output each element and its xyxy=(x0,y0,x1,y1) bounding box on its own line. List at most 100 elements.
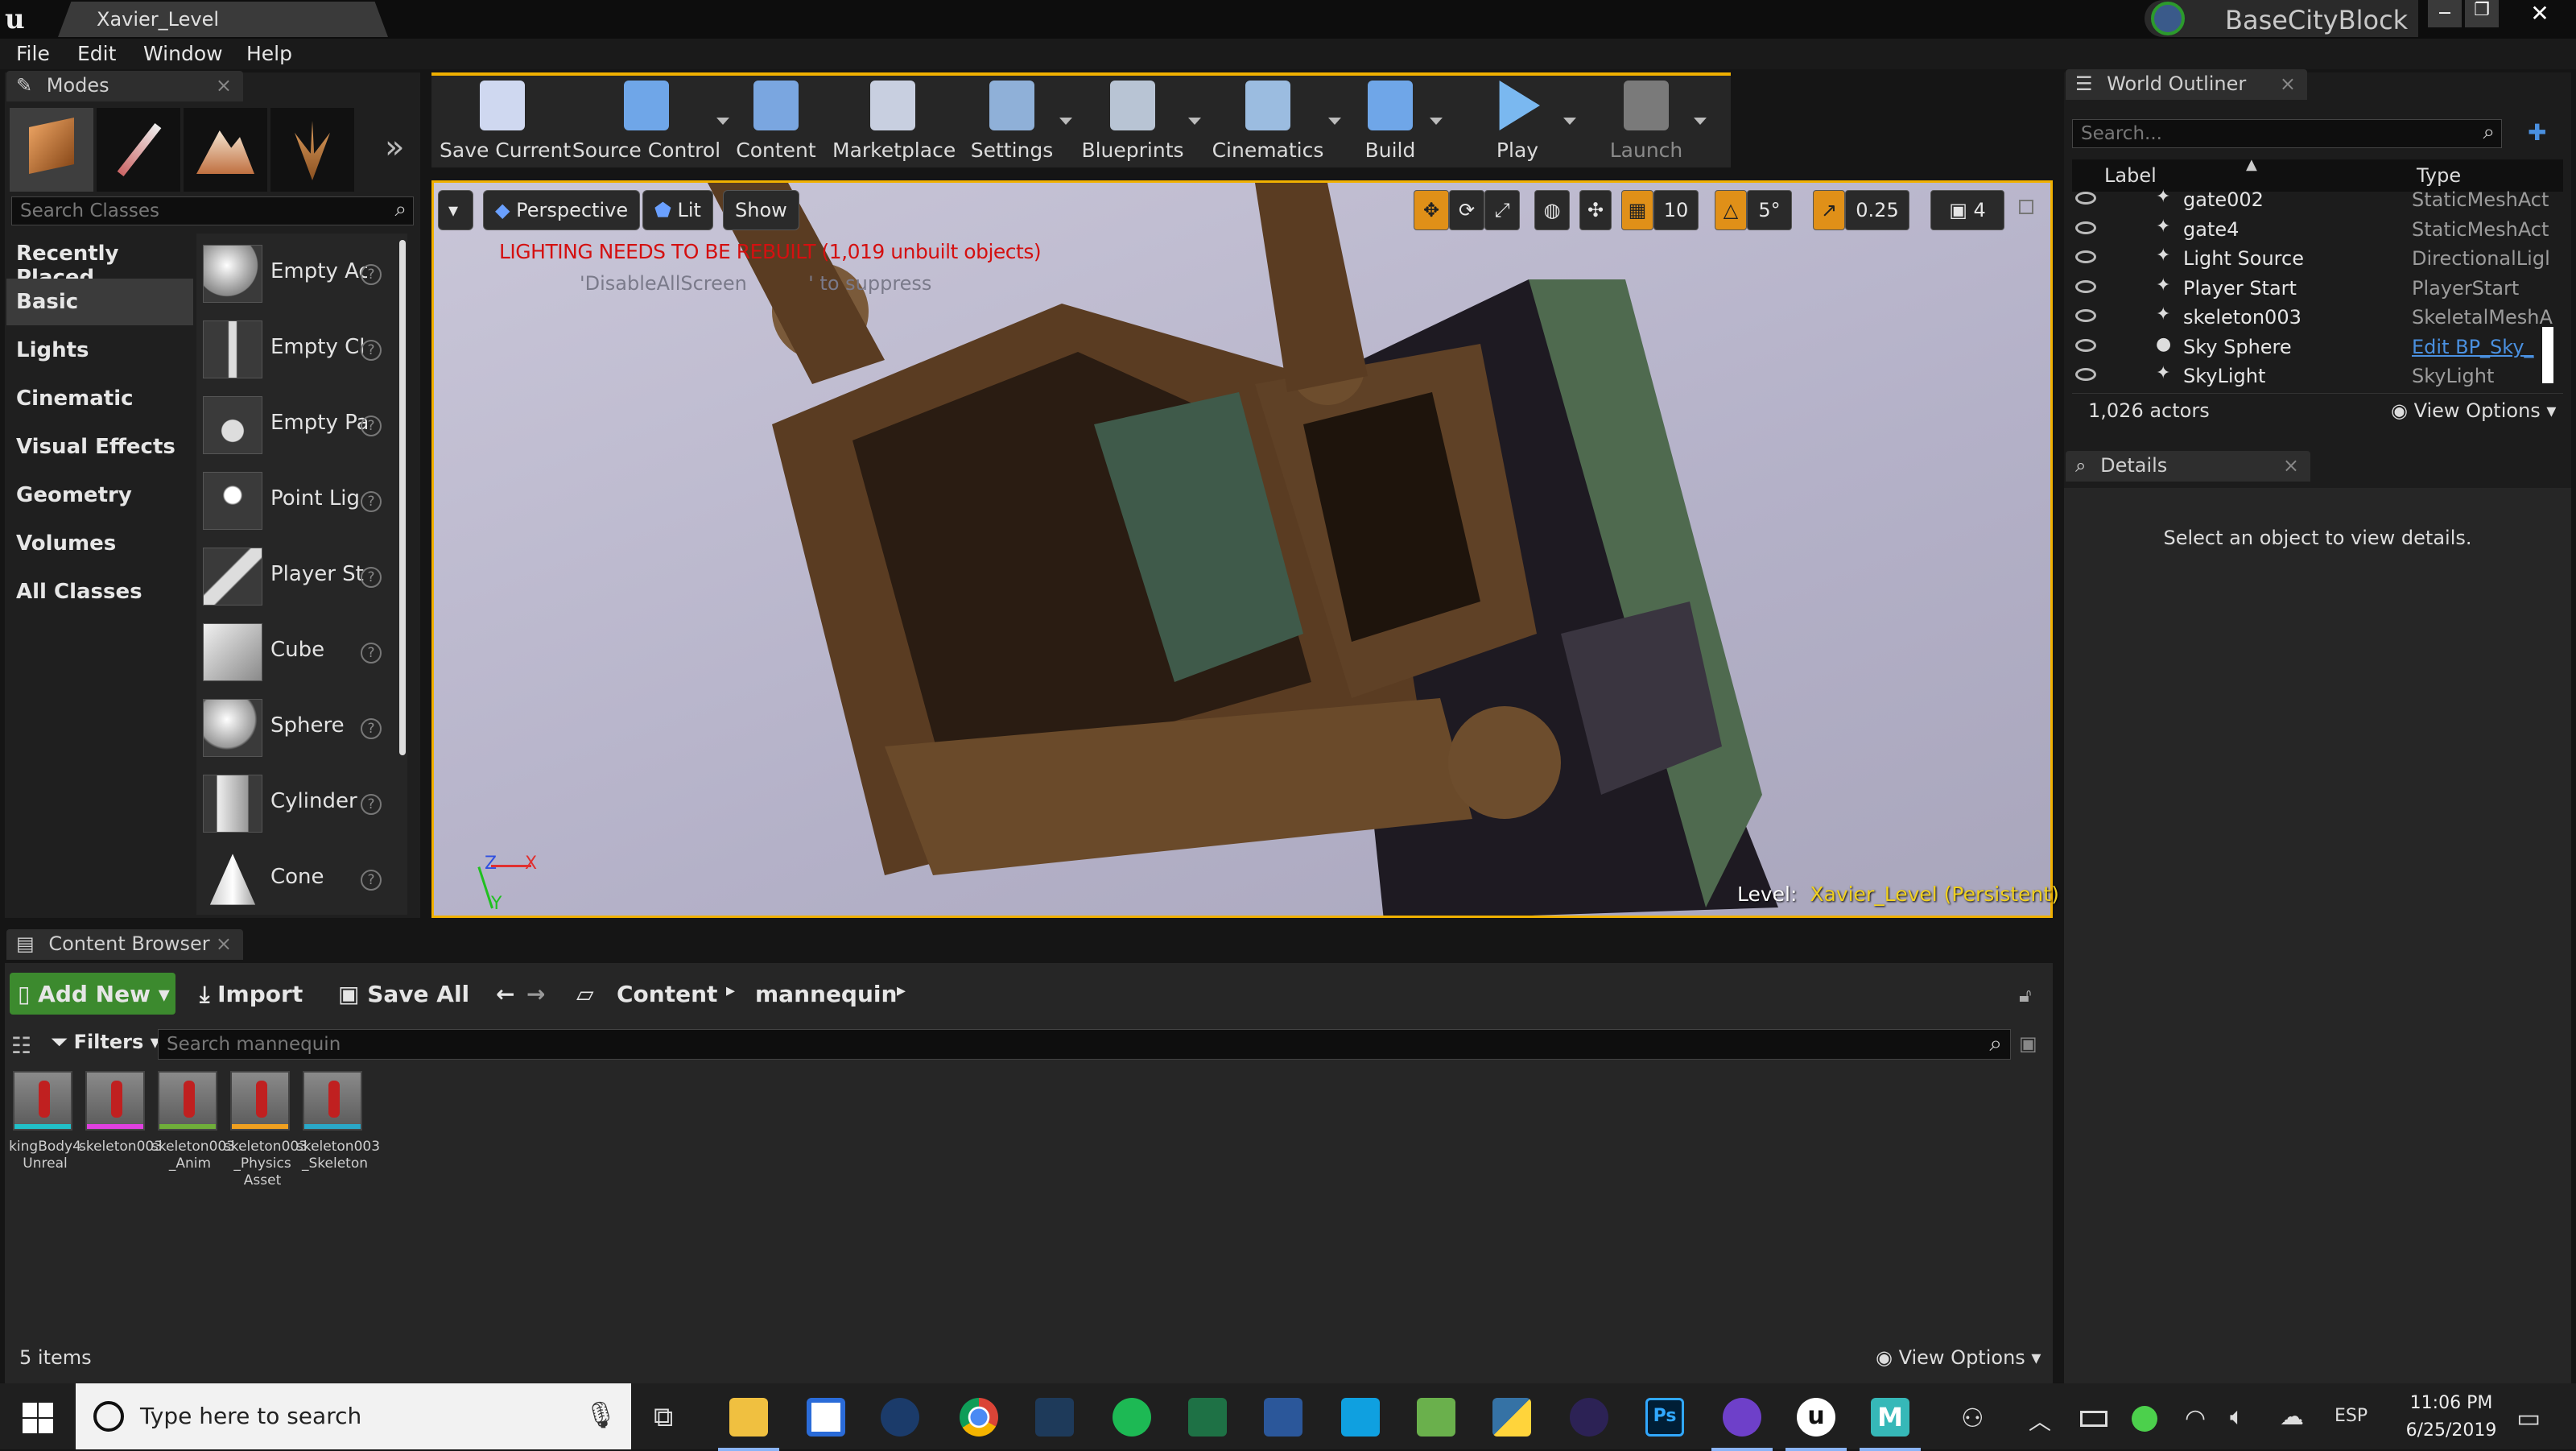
help-icon[interactable]: ? xyxy=(361,718,382,739)
taskbar-search[interactable]: Type here to search 🎙︎ xyxy=(76,1383,631,1449)
world-local-toggle[interactable]: ◍ xyxy=(1534,190,1570,230)
menu-window[interactable]: Window xyxy=(143,42,223,65)
maximize-viewport-icon[interactable] xyxy=(2019,200,2033,214)
help-icon[interactable]: ? xyxy=(361,794,382,815)
help-icon[interactable]: ? xyxy=(361,870,382,891)
spotify-icon[interactable] xyxy=(1113,1398,1151,1437)
perspective-button[interactable]: ◆ Perspective xyxy=(483,190,641,230)
toolbar-dropdown-icon[interactable] xyxy=(1430,118,1443,125)
chrome-icon[interactable] xyxy=(960,1398,998,1437)
breadcrumb-content[interactable]: Content xyxy=(609,973,725,1015)
outliner-row[interactable]: ✦ gate4 StaticMeshAct xyxy=(2070,215,2563,244)
category-basic[interactable]: Basic xyxy=(6,279,193,325)
breadcrumb-mannequin[interactable]: mannequin xyxy=(747,973,905,1015)
rotate-tool[interactable]: ⟳ xyxy=(1449,190,1484,230)
viewport-options-button[interactable]: ▾ xyxy=(438,190,473,230)
task-view-icon[interactable]: ⧉ xyxy=(654,1401,673,1433)
windows-start-icon[interactable] xyxy=(23,1403,53,1433)
people-icon[interactable]: ⚇ xyxy=(1961,1403,1984,1433)
category-cinematic[interactable]: Cinematic xyxy=(6,375,193,422)
sources-toggle-icon[interactable]: ☷ xyxy=(11,1032,31,1059)
toolbar-dropdown-icon[interactable] xyxy=(1188,118,1201,125)
details-tab[interactable]: ⌕ Details × xyxy=(2066,451,2310,482)
asset-tile[interactable]: skeleton003 _Physics Asset xyxy=(224,1071,308,1189)
mode-place-button[interactable] xyxy=(10,108,93,192)
outliner-col-type[interactable]: Type xyxy=(2417,164,2461,187)
help-icon[interactable]: ? xyxy=(361,264,382,285)
grid-snap-value[interactable]: 10 xyxy=(1653,190,1699,230)
translate-tool[interactable]: ✥ xyxy=(1414,190,1449,230)
asset-tile[interactable]: skeleton003 xyxy=(79,1071,163,1155)
history-back-button[interactable]: ← xyxy=(488,973,522,1015)
launch-button[interactable]: Launch xyxy=(1594,77,1699,166)
save-current-button[interactable]: Save Current xyxy=(440,77,571,166)
actor-item[interactable]: Empty Cl? xyxy=(203,314,393,383)
outliner-tab-close-icon[interactable]: × xyxy=(2280,72,2296,95)
outliner-search-input[interactable]: Search... ⌕ xyxy=(2072,119,2502,148)
actor-item[interactable]: Cone? xyxy=(203,844,393,913)
search-classes-input[interactable]: Search Classes ⌕ xyxy=(11,196,414,225)
word-icon[interactable] xyxy=(1264,1398,1302,1437)
asset-tile[interactable]: kingBody4 Unreal xyxy=(9,1071,81,1172)
python-icon[interactable] xyxy=(1492,1398,1531,1437)
content-view-options[interactable]: ◉ View Options ▾ xyxy=(1876,1346,2041,1369)
actor-item[interactable]: Empty Pa? xyxy=(203,390,393,459)
settings-button[interactable]: Settings xyxy=(960,77,1064,166)
blueprints-button[interactable]: Blueprints xyxy=(1072,77,1193,166)
toolbar-dropdown-icon[interactable] xyxy=(1328,118,1341,125)
category-all-classes[interactable]: All Classes xyxy=(6,568,193,615)
surface-snapping[interactable]: ✣ xyxy=(1579,190,1612,230)
visibility-eye-icon[interactable] xyxy=(2075,192,2096,205)
rotation-snap-toggle[interactable]: △ xyxy=(1715,190,1747,230)
save-all-button[interactable]: ▣ Save All xyxy=(330,973,477,1015)
visibility-eye-icon[interactable] xyxy=(2075,250,2096,263)
toolbar-dropdown-icon[interactable] xyxy=(1059,118,1072,125)
outliner-row[interactable]: ✦ gate002 StaticMeshAct xyxy=(2070,185,2563,214)
scale-snap-value[interactable]: 0.25 xyxy=(1845,190,1909,230)
visibility-eye-icon[interactable] xyxy=(2075,279,2096,293)
content-search-input[interactable]: Search mannequin ⌕ xyxy=(158,1029,2011,1060)
clock[interactable]: 11:06 PM 6/25/2019 xyxy=(2383,1390,2520,1445)
content-button[interactable]: Content xyxy=(733,77,819,166)
import-button[interactable]: ⤓ Import xyxy=(192,973,311,1015)
mode-paint-button[interactable] xyxy=(97,108,180,192)
menu-file[interactable]: File xyxy=(16,42,50,65)
content-browser-tab[interactable]: ▤ Content Browser × xyxy=(6,929,243,960)
nvidia-icon[interactable] xyxy=(2132,1406,2157,1432)
history-forward-button[interactable]: → xyxy=(518,973,553,1015)
save-search-icon[interactable]: ▣ xyxy=(2019,1032,2037,1055)
microphone-icon[interactable]: 🎙︎ xyxy=(584,1399,617,1430)
minimize-button[interactable]: ‒ xyxy=(2428,0,2462,27)
outliner-row[interactable]: ✦ skeleton003 SkeletalMeshA xyxy=(2070,303,2563,332)
scale-tool[interactable]: ⤢ xyxy=(1484,190,1520,230)
build-button[interactable]: Build xyxy=(1346,77,1435,166)
eclipse-icon[interactable] xyxy=(1570,1398,1608,1437)
outliner-row[interactable]: ✦ SkyLight SkyLight xyxy=(2070,362,2563,391)
outliner-col-label[interactable]: Label xyxy=(2104,164,2157,187)
toolbar-dropdown-icon[interactable] xyxy=(716,118,729,125)
modes-tab[interactable]: ✎ Modes × xyxy=(6,71,243,101)
visual-studio-icon[interactable] xyxy=(1035,1398,1074,1437)
visibility-eye-icon[interactable] xyxy=(2075,368,2096,381)
excel-icon[interactable] xyxy=(1188,1398,1227,1437)
grid-snap-toggle[interactable]: ▦ xyxy=(1621,190,1653,230)
help-icon[interactable]: ? xyxy=(361,567,382,588)
category-recently-placed[interactable]: Recently Placed xyxy=(6,230,193,290)
category-volumes[interactable]: Volumes xyxy=(6,520,193,567)
steam-icon[interactable] xyxy=(881,1398,919,1437)
outliner-scrollbar[interactable] xyxy=(2542,327,2553,383)
actor-item[interactable]: Empty Ac? xyxy=(203,238,393,308)
cinematics-button[interactable]: Cinematics xyxy=(1203,77,1333,166)
category-geometry[interactable]: Geometry xyxy=(6,472,193,519)
visibility-eye-icon[interactable] xyxy=(2075,221,2096,234)
content-browser-tab-close-icon[interactable]: × xyxy=(216,932,232,955)
unreal-engine-icon[interactable]: u xyxy=(1785,1398,1847,1451)
actor-item[interactable]: Cylinder? xyxy=(203,768,393,837)
lit-button[interactable]: ⬟ Lit xyxy=(642,190,713,230)
help-icon[interactable]: ? xyxy=(361,415,382,436)
actor-item[interactable]: Sphere? xyxy=(203,692,393,762)
rotation-snap-value[interactable]: 5° xyxy=(1747,190,1792,230)
actor-item[interactable]: Player St? xyxy=(203,541,393,610)
add-new-button[interactable]: ▯ Add New ▾ xyxy=(10,973,175,1015)
play-button[interactable]: Play xyxy=(1467,77,1568,166)
